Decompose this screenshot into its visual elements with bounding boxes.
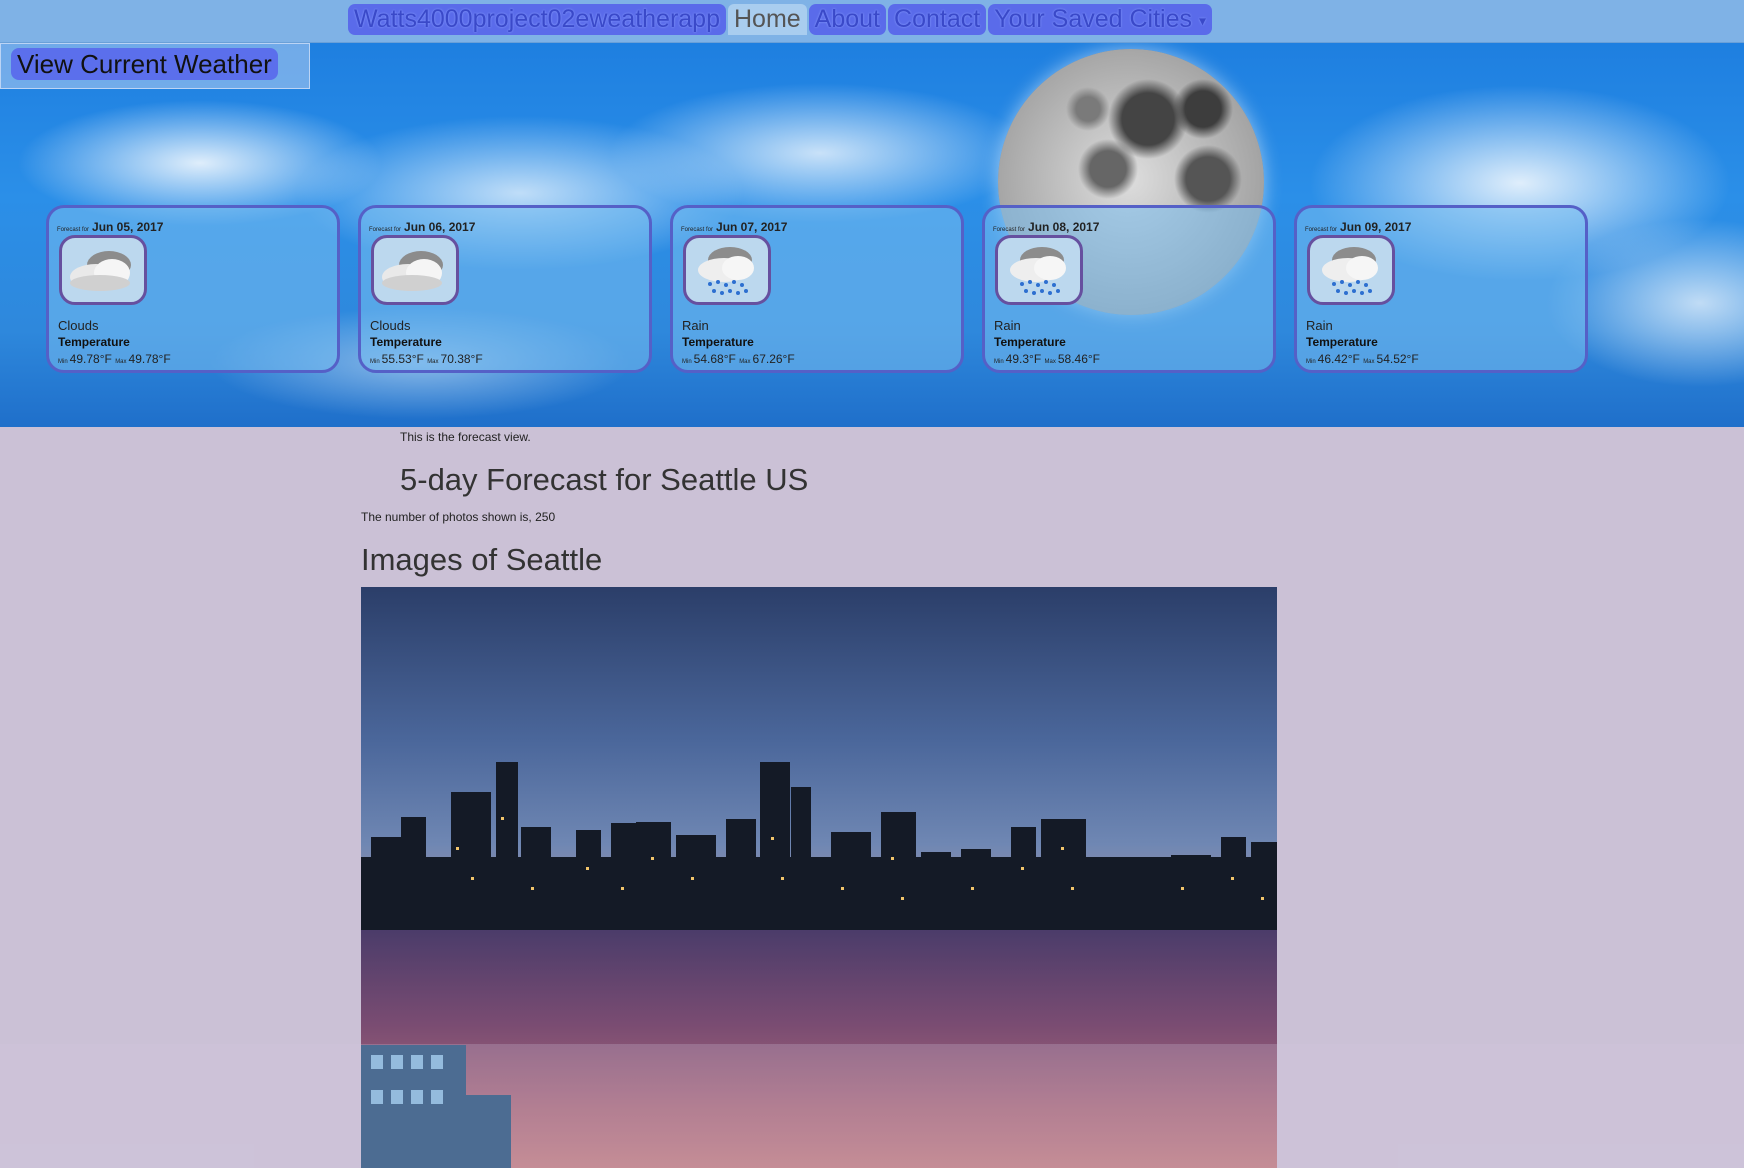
forecast-prefix: Forecast for: [369, 227, 402, 233]
forecast-date: Forecast for Jun 06, 2017: [369, 220, 475, 234]
forecast-date: Forecast for Jun 07, 2017: [681, 220, 787, 234]
temperature-label: Temperature: [994, 335, 1066, 349]
forecast-cards: Forecast for Jun 05, 2017 Clouds Temperat…: [46, 205, 1606, 373]
nav-item-home[interactable]: Home: [727, 4, 807, 36]
forecast-date-value: Jun 06, 2017: [404, 220, 476, 234]
photo-count-text: The number of photos shown is, 250: [361, 510, 556, 524]
rain-icon: [683, 235, 771, 305]
view-current-weather-button[interactable]: View Current Weather: [11, 48, 278, 80]
min-label: Min: [370, 359, 380, 365]
nav-item-about[interactable]: About: [808, 4, 887, 36]
clouds-icon: [59, 235, 147, 305]
max-label: Max: [1363, 359, 1375, 365]
forecast-date: Forecast for Jun 08, 2017: [993, 220, 1099, 234]
forecast-view-note: This is the forecast view.: [400, 430, 531, 444]
nav-menu: Watts4000project02eweatherapp Home About…: [348, 4, 1214, 36]
top-navbar: Watts4000project02eweatherapp Home About…: [0, 0, 1744, 43]
temperature-label: Temperature: [58, 335, 130, 349]
temperature-label: Temperature: [682, 335, 754, 349]
rain-icon: [995, 235, 1083, 305]
max-label: Max: [427, 359, 439, 365]
temperature-range: Min 49.78°F Max 49.78°F: [58, 352, 171, 366]
max-temp: 54.52°F: [1376, 352, 1419, 366]
forecast-date: Forecast for Jun 05, 2017: [57, 220, 163, 234]
forecast-heading: 5-day Forecast for Seattle US: [400, 462, 809, 497]
forecast-date-value: Jun 05, 2017: [92, 220, 164, 234]
forecast-condition: Clouds: [58, 318, 99, 333]
max-label: Max: [739, 359, 751, 365]
forecast-date: Forecast for Jun 09, 2017: [1305, 220, 1411, 234]
temperature-range: Min 55.53°F Max 70.38°F: [370, 352, 483, 366]
forecast-date-value: Jun 09, 2017: [1340, 220, 1412, 234]
nav-brand-link[interactable]: Watts4000project02eweatherapp: [348, 4, 726, 36]
nav-item-contact[interactable]: Contact: [888, 4, 987, 36]
forecast-condition: Rain: [1306, 318, 1333, 333]
forecast-condition: Rain: [682, 318, 709, 333]
chevron-down-icon: ▾: [1198, 12, 1206, 29]
max-temp: 58.46°F: [1057, 352, 1101, 366]
min-temp: 49.78°F: [69, 352, 112, 366]
min-temp: 46.42°F: [1317, 352, 1360, 366]
seattle-skyline-photo: [361, 587, 1277, 930]
forecast-date-value: Jun 08, 2017: [1028, 220, 1100, 234]
weather-hero-banner: Forecast for Jun 05, 2017 Clouds Temperat…: [0, 43, 1744, 427]
min-temp: 55.53°F: [381, 352, 424, 366]
min-label: Min: [994, 359, 1004, 365]
current-weather-panel: View Current Weather: [0, 43, 310, 89]
min-label: Min: [682, 359, 692, 365]
max-temp: 49.78°F: [128, 352, 171, 366]
seattle-sunset-photo: [361, 930, 1277, 1168]
forecast-date-value: Jun 07, 2017: [716, 220, 788, 234]
min-temp: 54.68°F: [693, 352, 736, 366]
temperature-range: Min 54.68°F Max 67.26°F: [682, 352, 795, 366]
min-temp: 49.3°F: [1005, 352, 1042, 366]
forecast-prefix: Forecast for: [57, 227, 90, 233]
forecast-card: Forecast for Jun 06, 2017 Clouds Temperat…: [358, 205, 652, 373]
forecast-card: Forecast for Jun 07, 2017 Rain Temperatur…: [670, 205, 964, 373]
forecast-card: Forecast for Jun 08, 2017 Rain Temperatur…: [982, 205, 1276, 373]
temperature-range: Min 46.42°F Max 54.52°F: [1306, 352, 1419, 366]
max-temp: 67.26°F: [752, 352, 795, 366]
forecast-condition: Rain: [994, 318, 1021, 333]
max-label: Max: [115, 359, 127, 365]
saved-cities-label: Your Saved Cities: [994, 5, 1192, 33]
forecast-prefix: Forecast for: [1305, 227, 1338, 233]
nav-item-saved-cities[interactable]: Your Saved Cities ▾: [988, 4, 1212, 36]
min-label: Min: [1306, 359, 1316, 365]
max-temp: 70.38°F: [440, 352, 483, 366]
forecast-prefix: Forecast for: [681, 227, 714, 233]
temperature-range: Min 49.3°F Max 58.46°F: [994, 352, 1100, 366]
forecast-card: Forecast for Jun 09, 2017 Rain Temperatur…: [1294, 205, 1588, 373]
images-heading: Images of Seattle: [361, 542, 603, 577]
forecast-card: Forecast for Jun 05, 2017 Clouds Temperat…: [46, 205, 340, 373]
forecast-prefix: Forecast for: [993, 227, 1026, 233]
rain-icon: [1307, 235, 1395, 305]
temperature-label: Temperature: [370, 335, 442, 349]
forecast-condition: Clouds: [370, 318, 411, 333]
min-label: Min: [58, 359, 68, 365]
temperature-label: Temperature: [1306, 335, 1378, 349]
clouds-icon: [371, 235, 459, 305]
max-label: Max: [1044, 359, 1056, 365]
